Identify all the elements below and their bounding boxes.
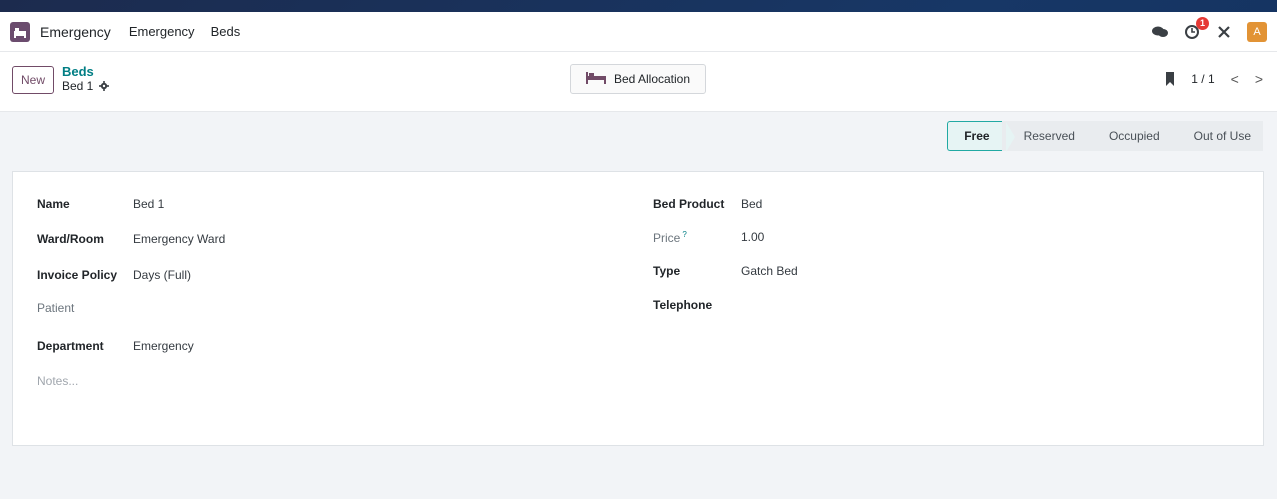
field-telephone-label: Telephone xyxy=(653,298,713,312)
bookmark-icon[interactable] xyxy=(1165,72,1175,86)
nav-app-name[interactable]: Emergency xyxy=(40,24,111,40)
pager-next-button[interactable]: > xyxy=(1255,71,1263,87)
notes-field[interactable]: Notes... xyxy=(37,373,78,389)
chat-icon[interactable] xyxy=(1151,23,1169,41)
breadcrumb-current: Bed 1 xyxy=(62,79,110,93)
field-price: Price? 1.00 xyxy=(653,229,764,245)
field-bed-product-value[interactable]: Bed xyxy=(741,197,762,211)
field-name-label: Name xyxy=(37,197,70,211)
notes-placeholder: Notes... xyxy=(37,374,79,388)
nav-menu-emergency[interactable]: Emergency xyxy=(129,24,195,39)
field-invoice-policy: Invoice Policy Days (Full) xyxy=(37,267,191,283)
top-navbar: Emergency Emergency Beds 1 A xyxy=(0,12,1277,52)
status-bar: Free Reserved Occupied Out of Use xyxy=(0,112,1277,158)
stage-reserved[interactable]: Reserved xyxy=(1001,121,1101,151)
price-help-icon[interactable]: ? xyxy=(682,230,686,239)
nav-menu-beds[interactable]: Beds xyxy=(211,24,241,39)
pager-value[interactable]: 1 / 1 xyxy=(1191,72,1214,86)
navbar-systray: 1 A xyxy=(1151,16,1267,42)
stage-occupied[interactable]: Occupied xyxy=(1086,121,1185,151)
form-sheet: Name Bed 1 Ward/Room Emergency Ward Invo… xyxy=(12,171,1264,446)
field-patient: Patient xyxy=(37,300,433,316)
stage-out-of-use[interactable]: Out of Use xyxy=(1171,121,1263,151)
field-price-value[interactable]: 1.00 xyxy=(741,230,764,244)
pager-previous-button[interactable]: < xyxy=(1231,71,1239,87)
field-name: Name Bed 1 xyxy=(37,196,164,212)
gear-icon[interactable] xyxy=(99,81,110,91)
new-button[interactable]: New xyxy=(12,66,55,94)
field-invoice-policy-label: Invoice Policy xyxy=(37,268,118,282)
field-telephone-input[interactable] xyxy=(741,297,1041,313)
bed-icon xyxy=(585,71,606,87)
stage-free[interactable]: Free xyxy=(947,121,1015,152)
field-patient-label: Patient xyxy=(37,301,75,315)
field-ward-room-label: Ward/Room xyxy=(37,232,104,246)
user-avatar[interactable]: A xyxy=(1247,21,1267,42)
field-department: Department Emergency xyxy=(37,338,194,354)
field-telephone: Telephone xyxy=(653,297,1041,313)
apps-menu-icon[interactable] xyxy=(10,21,30,42)
bed-allocation-button[interactable]: Bed Allocation xyxy=(570,64,706,94)
breadcrumb: Beds Bed 1 xyxy=(62,65,110,93)
field-ward-room-value[interactable]: Emergency Ward xyxy=(133,232,225,246)
breadcrumb-beds-link[interactable]: Beds xyxy=(62,65,109,79)
activity-clock-icon[interactable]: 1 xyxy=(1183,16,1209,41)
activity-badge: 1 xyxy=(1196,16,1209,30)
field-patient-input[interactable] xyxy=(133,300,433,316)
field-ward-room: Ward/Room Emergency Ward xyxy=(37,231,225,247)
bed-allocation-label: Bed Allocation xyxy=(613,72,691,86)
field-type: Type Gatch Bed xyxy=(653,263,798,279)
field-name-value[interactable]: Bed 1 xyxy=(133,197,164,211)
field-type-value[interactable]: Gatch Bed xyxy=(741,264,798,278)
debug-tools-icon[interactable] xyxy=(1215,23,1233,41)
field-price-label-wrap: Price? xyxy=(653,230,741,245)
field-department-value[interactable]: Emergency xyxy=(133,339,194,353)
breadcrumb-current-label: Bed 1 xyxy=(62,79,94,93)
field-bed-product-label: Bed Product xyxy=(653,197,725,211)
field-department-label: Department xyxy=(37,339,104,353)
field-bed-product: Bed Product Bed xyxy=(653,196,762,212)
field-type-label: Type xyxy=(653,264,681,278)
app-window: Emergency Emergency Beds 1 A New Beds Be… xyxy=(0,12,1277,499)
field-price-label: Price xyxy=(653,230,681,245)
status-stages: Free Reserved Occupied Out of Use xyxy=(947,121,1263,152)
control-panel: New Beds Bed 1 Bed Allocation 1 / 1 < > xyxy=(0,52,1277,112)
field-invoice-policy-value[interactable]: Days (Full) xyxy=(133,268,191,282)
pager: 1 / 1 < > xyxy=(1165,71,1263,87)
